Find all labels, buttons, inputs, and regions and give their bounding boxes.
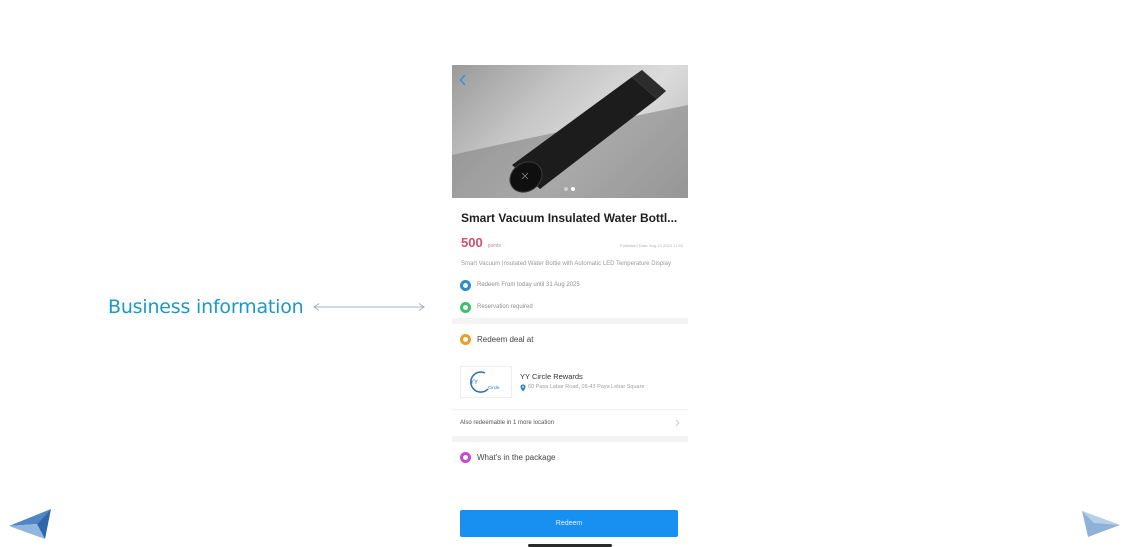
chevron-left-icon	[459, 74, 466, 86]
merchant-address: 60 Pasa Labar Road, 05-43 Paya Lebar Squ…	[520, 384, 660, 392]
calendar-icon	[460, 279, 471, 291]
next-slide-button[interactable]	[1080, 509, 1122, 544]
chevron-right-icon	[675, 419, 680, 427]
also-redeemable-text: Also redeemable in 1 more location	[460, 420, 555, 426]
business-info-annotation: Business information	[108, 296, 427, 318]
reservation-icon	[460, 301, 471, 313]
carousel-dot[interactable]	[564, 187, 568, 191]
redeem-button[interactable]: Redeem	[460, 510, 678, 537]
merchant-card[interactable]: YY Circle YY Circle Rewards 60 Pasa Laba…	[452, 354, 688, 409]
yy-circle-logo: YY Circle	[470, 370, 500, 393]
product-image	[452, 65, 688, 198]
redeem-at-header: Redeem deal at	[452, 324, 688, 354]
redeem-period-row: Redeem From today until 31 Aug 2025	[460, 274, 688, 296]
water-bottle-illustration	[452, 70, 688, 198]
carousel-dots[interactable]	[564, 187, 575, 191]
package-label: What's in the package	[477, 452, 556, 462]
redeem-period-text: Redeem From today until 31 Aug 2025	[477, 282, 580, 288]
store-icon	[460, 333, 471, 345]
package-header[interactable]: What's in the package	[452, 442, 688, 472]
map-pin-icon	[520, 384, 526, 391]
merchant-name: YY Circle Rewards	[520, 371, 583, 381]
carousel-dot[interactable]	[571, 187, 575, 191]
svg-text:YY: YY	[470, 380, 478, 386]
reservation-row: Reservation required	[460, 296, 688, 318]
also-redeemable-row[interactable]: Also redeemable in 1 more location	[452, 409, 688, 436]
next-arrow-icon	[1082, 511, 1120, 537]
product-description: Smart Vacuum Insulated Water Bottle with…	[461, 261, 671, 267]
previous-slide-button[interactable]	[7, 506, 53, 545]
product-title: Smart Vacuum Insulated Water Bottl...	[461, 211, 678, 225]
back-button[interactable]	[459, 73, 467, 91]
points-value: 500	[461, 235, 483, 250]
svg-text:Circle: Circle	[488, 385, 500, 390]
reservation-text: Reservation required	[477, 304, 533, 310]
redeem-at-label: Redeem deal at	[477, 334, 534, 344]
published-date: Published Date: Aug 10 2024 17:50	[620, 243, 683, 248]
price-row: 500 points Published Date: Aug 10 2024 1…	[461, 235, 683, 250]
previous-arrow-icon	[9, 509, 51, 539]
double-arrow-icon	[313, 303, 426, 311]
phone-screen: Smart Vacuum Insulated Water Bottl... 50…	[452, 65, 688, 547]
annotation-label: Business information	[108, 296, 304, 318]
points-unit: points	[487, 243, 502, 249]
package-icon	[460, 451, 471, 463]
merchant-logo: YY Circle	[460, 365, 512, 398]
